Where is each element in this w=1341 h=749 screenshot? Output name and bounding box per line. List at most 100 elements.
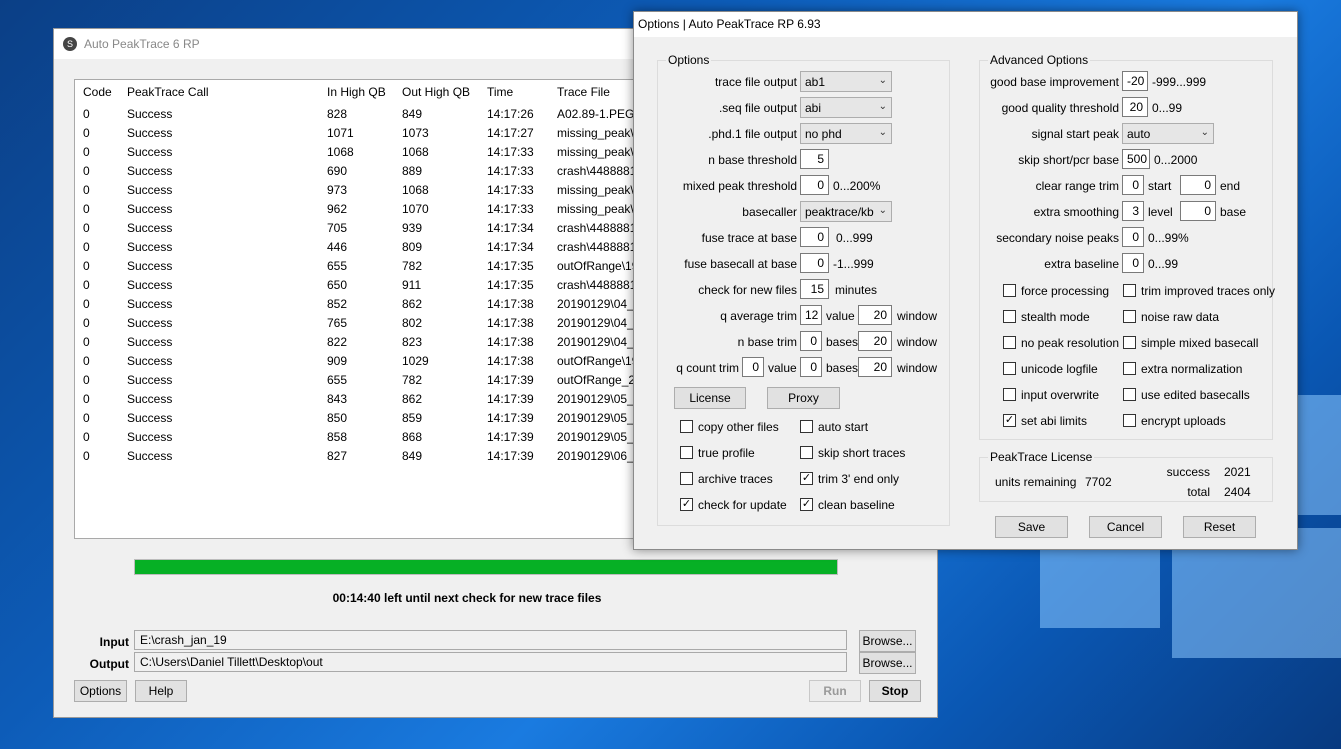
fuse-trace-input[interactable]: 0 (800, 227, 829, 247)
row-code: 0 (83, 126, 90, 140)
trace-file-output-select[interactable]: ab1 ⌄ (800, 71, 892, 92)
seq-file-output-value: abi (805, 101, 822, 115)
checkbox-label: stealth mode (1021, 310, 1090, 324)
phd-file-output-select[interactable]: no phd ⌄ (800, 123, 892, 144)
fuse-basecall-input[interactable]: 0 (800, 253, 829, 273)
check-new-files-input[interactable]: 15 (800, 279, 829, 299)
checkbox-box[interactable] (1003, 362, 1016, 375)
checkbox-box[interactable] (1123, 336, 1136, 349)
checkmark-icon[interactable]: ✓ (680, 498, 693, 511)
row-time: 14:17:33 (487, 183, 534, 197)
seq-file-output-select[interactable]: abi ⌄ (800, 97, 892, 118)
q-average-trim-window-label: window (897, 309, 938, 323)
n-base-trim-window-label: window (897, 335, 938, 349)
row-time: 14:17:33 (487, 202, 534, 216)
checkbox-box[interactable] (800, 420, 813, 433)
row-in-high-qb: 973 (327, 183, 348, 197)
column-header-in-high-qb[interactable]: In High QB (327, 85, 399, 99)
n-base-trim-input[interactable]: 0 (800, 331, 822, 351)
help-button[interactable]: Help (135, 680, 187, 702)
row-call: Success (127, 164, 173, 178)
input-path-field[interactable]: E:\crash_jan_19 (134, 630, 847, 650)
checkbox-box[interactable] (1123, 284, 1136, 297)
options-button[interactable]: Options (74, 680, 127, 702)
save-button[interactable]: Save (995, 516, 1068, 538)
good-base-improvement-input[interactable]: -20 (1122, 71, 1148, 91)
checkbox-label: trim 3' end only (818, 472, 899, 486)
extra-smoothing-label: extra smoothing (1033, 205, 1119, 219)
trace-file-output-value: ab1 (805, 75, 826, 89)
q-count-trim-window-input[interactable]: 20 (858, 357, 892, 377)
checkbox-box[interactable] (680, 446, 693, 459)
reset-button[interactable]: Reset (1183, 516, 1256, 538)
clear-range-trim-start-input[interactable]: 0 (1122, 175, 1144, 195)
column-header-out-high-qb[interactable]: Out High QB (402, 85, 482, 99)
row-code: 0 (83, 240, 90, 254)
skip-short-label: skip short/pcr base (1018, 153, 1119, 167)
row-code: 0 (83, 259, 90, 273)
column-header-time[interactable]: Time (487, 85, 555, 99)
row-out-high-qb: 862 (402, 392, 423, 406)
column-header-call[interactable]: PeakTrace Call (127, 85, 317, 99)
checkbox-box[interactable] (1003, 388, 1016, 401)
row-out-high-qb: 889 (402, 164, 423, 178)
output-browse-button[interactable]: Browse... (859, 652, 916, 674)
checkbox-box[interactable] (680, 472, 693, 485)
row-call: Success (127, 202, 173, 216)
license-button[interactable]: License (674, 387, 746, 409)
row-in-high-qb: 650 (327, 278, 348, 292)
checkmark-icon[interactable]: ✓ (800, 472, 813, 485)
row-in-high-qb: 1068 (327, 145, 354, 159)
row-code: 0 (83, 183, 90, 197)
advanced-options-title: Advanced Options (988, 53, 1091, 67)
input-browse-button[interactable]: Browse... (859, 630, 916, 652)
row-in-high-qb: 446 (327, 240, 348, 254)
secondary-noise-input[interactable]: 0 (1122, 227, 1144, 247)
good-quality-threshold-input[interactable]: 20 (1122, 97, 1148, 117)
mixed-peak-threshold-input[interactable]: 0 (800, 175, 829, 195)
row-in-high-qb: 843 (327, 392, 348, 406)
basecaller-select[interactable]: peaktrace/kb ⌄ (800, 201, 892, 222)
row-time: 14:17:39 (487, 411, 534, 425)
clear-range-trim-end-label: end (1220, 179, 1241, 193)
checkbox-label: no peak resolution (1021, 336, 1120, 350)
extra-baseline-input[interactable]: 0 (1122, 253, 1144, 273)
checkbox-box[interactable] (1003, 284, 1016, 297)
checkmark-icon[interactable]: ✓ (1003, 414, 1016, 427)
mixed-peak-threshold-label: mixed peak threshold (682, 179, 797, 193)
checkbox-box[interactable] (1123, 310, 1136, 323)
checkbox-box[interactable] (1123, 362, 1136, 375)
checkbox-box[interactable] (680, 420, 693, 433)
row-out-high-qb: 849 (402, 107, 423, 121)
cancel-button[interactable]: Cancel (1089, 516, 1162, 538)
checkbox-label: force processing (1021, 284, 1110, 298)
options-title-bar[interactable]: Options | Auto PeakTrace RP 6.93 (634, 12, 1297, 37)
checkbox-box[interactable] (1123, 388, 1136, 401)
n-base-trim-window-input[interactable]: 20 (858, 331, 892, 351)
stop-button[interactable]: Stop (869, 680, 921, 702)
checkbox-box[interactable] (800, 446, 813, 459)
extra-smoothing-level-input[interactable]: 3 (1122, 201, 1144, 221)
row-out-high-qb: 809 (402, 240, 423, 254)
signal-start-peak-select[interactable]: auto ⌄ (1122, 123, 1214, 144)
skip-short-input[interactable]: 500 (1122, 149, 1150, 169)
extra-smoothing-base-input[interactable]: 0 (1180, 201, 1216, 221)
q-average-trim-window-input[interactable]: 20 (858, 305, 892, 325)
checkbox-box[interactable] (1003, 310, 1016, 323)
q-count-trim-bases-input[interactable]: 0 (800, 357, 822, 377)
checkbox-label: true profile (698, 446, 755, 460)
clear-range-trim-end-input[interactable]: 0 (1180, 175, 1216, 195)
output-path-field[interactable]: C:\Users\Daniel Tillett\Desktop\out (134, 652, 847, 672)
n-base-threshold-label: n base threshold (708, 153, 797, 167)
n-base-threshold-input[interactable]: 5 (800, 149, 829, 169)
run-button[interactable]: Run (809, 680, 861, 702)
seq-file-output-label: .seq file output (718, 101, 797, 115)
proxy-button[interactable]: Proxy (767, 387, 840, 409)
q-average-trim-input[interactable]: 12 (800, 305, 822, 325)
row-in-high-qb: 828 (327, 107, 348, 121)
q-count-trim-input[interactable]: 0 (742, 357, 764, 377)
checkmark-icon[interactable]: ✓ (800, 498, 813, 511)
checkbox-box[interactable] (1123, 414, 1136, 427)
column-header-code[interactable]: Code (83, 85, 123, 99)
checkbox-box[interactable] (1003, 336, 1016, 349)
